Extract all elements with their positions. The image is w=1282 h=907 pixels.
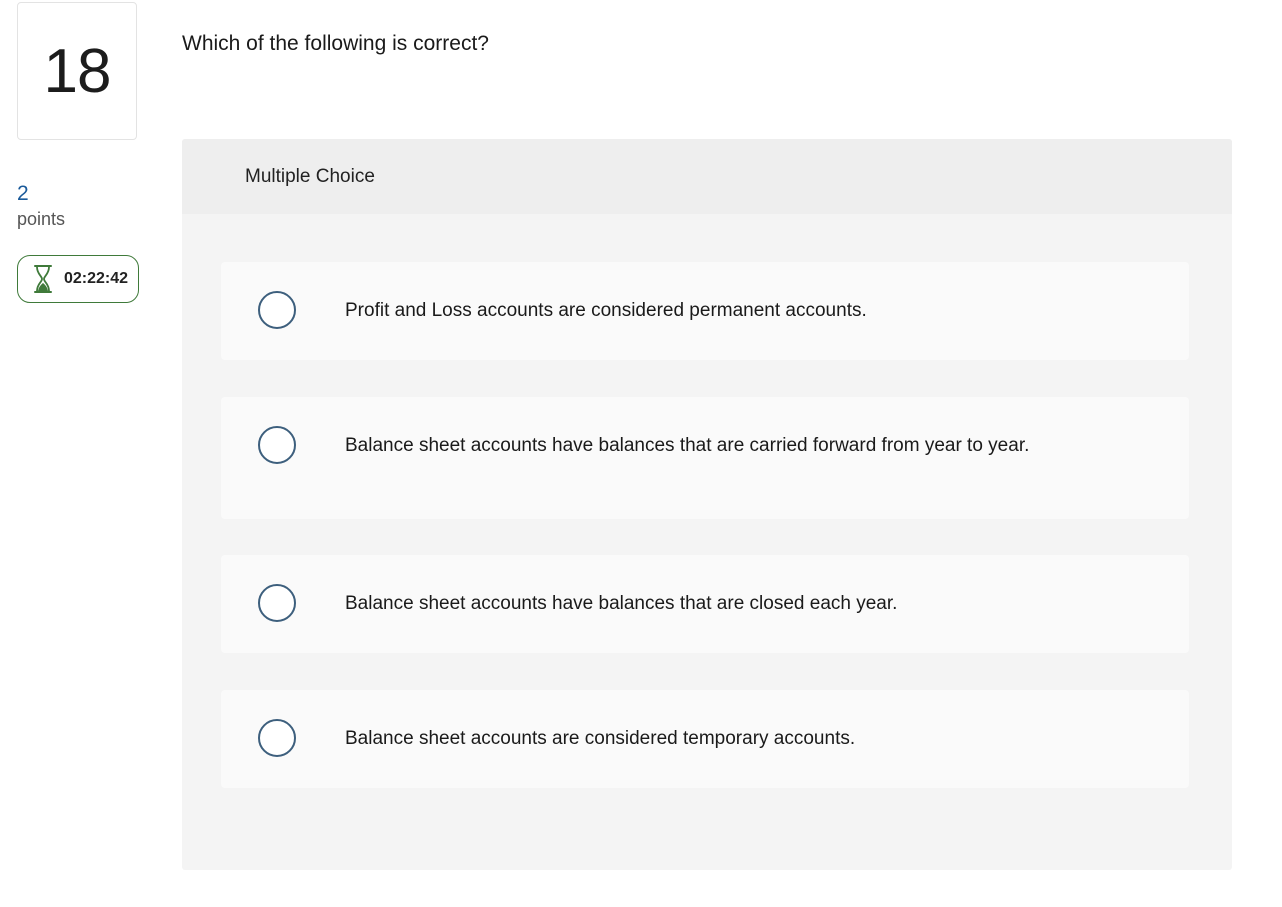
- timer-value: 02:22:42: [64, 270, 129, 287]
- question-type-label: Multiple Choice: [182, 139, 1232, 214]
- answer-panel: Multiple Choice Profit and Loss accounts…: [182, 139, 1232, 870]
- radio-button[interactable]: [258, 426, 296, 464]
- timer-badge: 02:22:42: [17, 255, 139, 303]
- choice-option[interactable]: Balance sheet accounts are considered te…: [221, 690, 1189, 788]
- choice-option[interactable]: Profit and Loss accounts are considered …: [221, 262, 1189, 360]
- choice-label: Balance sheet accounts have balances tha…: [345, 593, 898, 614]
- choice-label: Profit and Loss accounts are considered …: [345, 300, 867, 321]
- question-number: 18: [43, 36, 112, 106]
- hourglass-icon: [32, 264, 54, 294]
- points-value: 2: [17, 182, 29, 205]
- choice-label: Balance sheet accounts are considered te…: [345, 728, 856, 749]
- question-prompt: Which of the following is correct?: [182, 32, 489, 55]
- points-label: points: [17, 209, 66, 229]
- radio-button[interactable]: [258, 291, 296, 329]
- choice-option[interactable]: Balance sheet accounts have balances tha…: [221, 555, 1189, 653]
- question-number-box: 18: [17, 2, 137, 140]
- radio-button[interactable]: [258, 584, 296, 622]
- choice-label: Balance sheet accounts have balances tha…: [345, 435, 1030, 456]
- choice-option[interactable]: Balance sheet accounts have balances tha…: [221, 397, 1189, 519]
- radio-button[interactable]: [258, 719, 296, 757]
